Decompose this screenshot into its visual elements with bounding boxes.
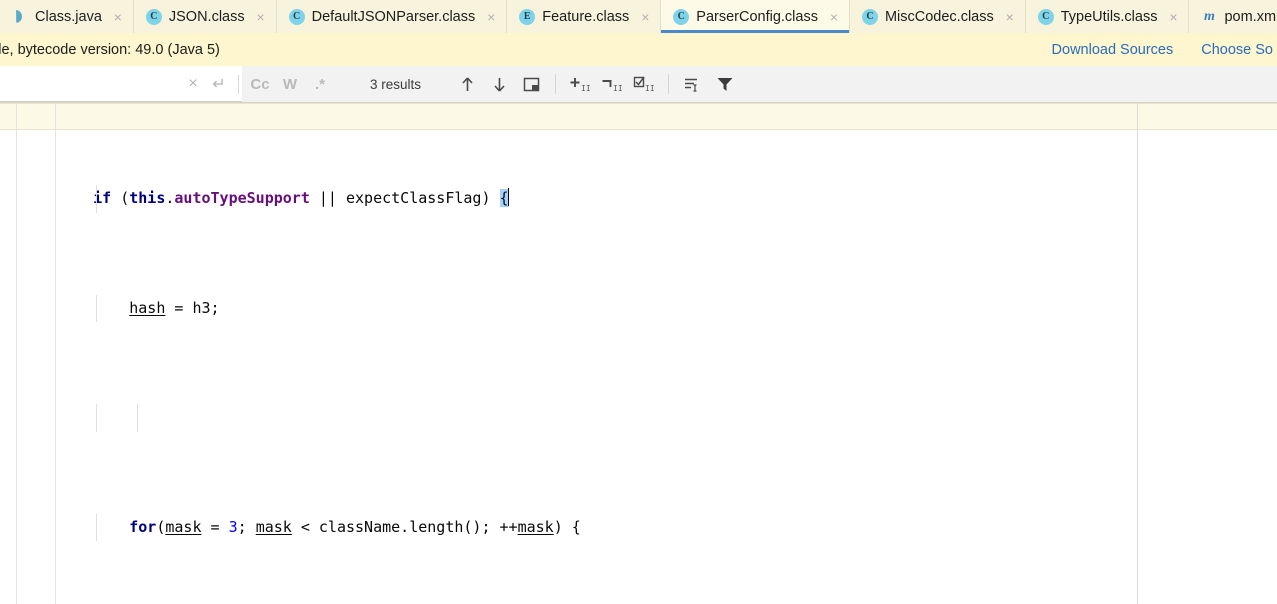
java-class-icon	[12, 9, 28, 25]
notification-actions: Download Sources Choose So	[1052, 42, 1277, 58]
code-content[interactable]: if (this.autoTypeSupport || expectClassF…	[0, 103, 1277, 604]
tab-label: Class.java	[35, 8, 102, 25]
enum-class-icon: E	[519, 8, 536, 25]
notification-message: ile, bytecode version: 49.0 (Java 5)	[0, 41, 220, 58]
divider	[238, 74, 239, 94]
compiled-class-icon: C	[861, 8, 878, 25]
editor-tab-parserconfig-class[interactable]: C ParserConfig.class ×	[661, 0, 850, 33]
results-count-label: 3 results	[370, 76, 422, 92]
tab-close-icon[interactable]: ×	[1167, 9, 1179, 25]
tab-label: TypeUtils.class	[1060, 8, 1158, 25]
tab-label: MiscCodec.class	[884, 8, 994, 25]
tab-close-icon[interactable]: ×	[255, 9, 267, 25]
compiled-class-icon: C	[1037, 8, 1054, 25]
find-in-file-toolbar: × ↵ Cc W .* 3 results II II II	[0, 66, 1277, 103]
download-sources-link[interactable]: Download Sources	[1052, 42, 1174, 58]
editor-tab-defaultjsonparser-class[interactable]: C DefaultJSONParser.class ×	[276, 0, 508, 33]
svg-text:II: II	[613, 84, 623, 93]
code-line: for(mask = 3; mask < className.length();…	[0, 514, 1277, 542]
next-occurrence-button[interactable]	[483, 66, 515, 102]
compiled-class-icon: C	[145, 8, 162, 25]
svg-text:II: II	[645, 84, 655, 93]
decompiled-file-notification-bar: ile, bytecode version: 49.0 (Java 5) Dow…	[0, 33, 1277, 66]
maven-xml-icon: m	[1204, 8, 1215, 24]
compiled-class-icon: C	[673, 8, 690, 25]
editor-tab-pom-xml[interactable]: m pom.xml (	[1189, 0, 1277, 33]
tab-label: DefaultJSONParser.class	[311, 8, 476, 25]
editor-tab-json-class[interactable]: C JSON.class ×	[133, 0, 277, 33]
tab-label: JSON.class	[168, 8, 245, 25]
code-line: if (this.autoTypeSupport || expectClassF…	[0, 185, 1277, 213]
filter-button[interactable]	[709, 66, 741, 102]
select-all-occurrences-button[interactable]: II	[628, 66, 660, 102]
code-line	[0, 404, 1277, 432]
svg-text:II: II	[581, 84, 591, 93]
editor-tab-misccodec-class[interactable]: C MiscCodec.class ×	[849, 0, 1026, 33]
editor-tab-class-java[interactable]: Class.java ×	[0, 0, 134, 33]
code-line: hash = h3;	[0, 294, 1277, 323]
choose-sources-link[interactable]: Choose So	[1201, 42, 1273, 58]
compiled-class-icon: C	[288, 8, 305, 25]
open-in-find-window-button[interactable]	[515, 66, 547, 102]
remove-occurrence-button[interactable]: II	[596, 66, 628, 102]
tab-close-icon[interactable]: ×	[1004, 9, 1016, 25]
divider	[555, 74, 557, 94]
close-icon[interactable]: ×	[180, 66, 206, 102]
tab-close-icon[interactable]: ×	[112, 9, 124, 25]
newline-search-icon[interactable]: ↵	[206, 66, 232, 102]
divider	[668, 74, 670, 94]
editor-tab-bar: Class.java × C JSON.class × C DefaultJSO…	[0, 0, 1277, 33]
search-results-controls: 3 results II II II	[250, 66, 741, 102]
editor-tab-typeutils-class[interactable]: C TypeUtils.class ×	[1025, 0, 1190, 33]
add-occurrence-button[interactable]: II	[564, 66, 596, 102]
filter-search-results-button[interactable]	[677, 66, 709, 102]
editor-tab-feature-class[interactable]: E Feature.class ×	[507, 0, 662, 33]
tab-close-icon[interactable]: ×	[485, 9, 497, 25]
code-editor[interactable]: if (this.autoTypeSupport || expectClassF…	[0, 103, 1277, 604]
tab-close-icon[interactable]: ×	[828, 9, 840, 25]
tab-close-icon[interactable]: ×	[639, 9, 651, 25]
tab-label: Feature.class	[542, 8, 630, 25]
tab-label: pom.xml (	[1224, 8, 1277, 25]
tab-label: ParserConfig.class	[696, 8, 818, 25]
idea-editor-window: Class.java × C JSON.class × C DefaultJSO…	[0, 0, 1277, 604]
previous-occurrence-button[interactable]	[451, 66, 483, 102]
